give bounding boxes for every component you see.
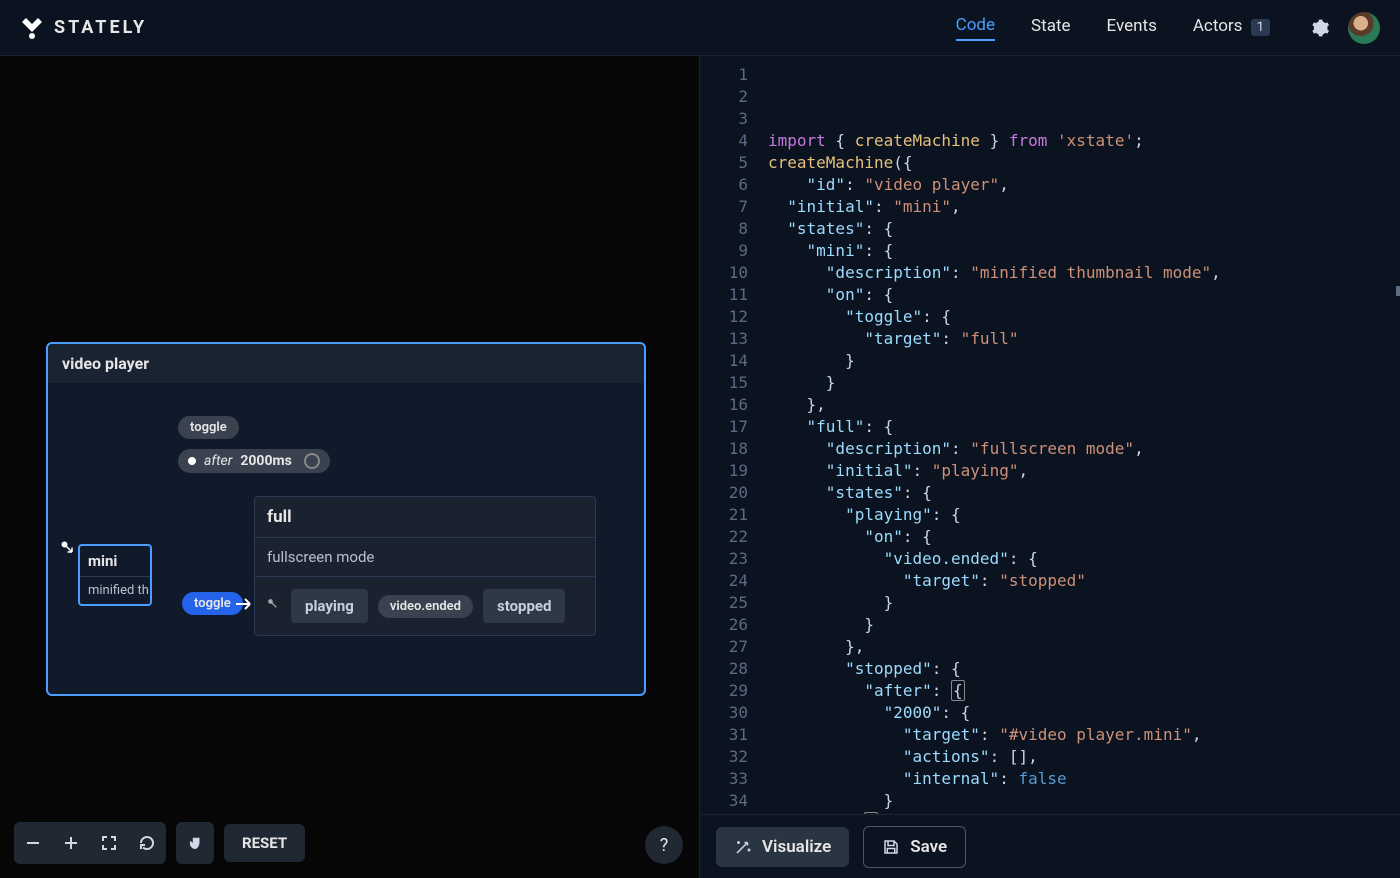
actors-count-badge: 1 (1251, 19, 1270, 36)
wand-icon (734, 838, 752, 856)
zoom-out-button[interactable] (14, 822, 52, 864)
tab-events[interactable]: Events (1107, 16, 1157, 40)
arrow-right-icon (236, 596, 254, 615)
initial-arrow-icon (60, 540, 78, 562)
state-stopped[interactable]: stopped (483, 589, 565, 623)
after-ms: 2000ms (240, 453, 291, 469)
refresh-button[interactable] (128, 822, 166, 864)
state-full-name: full (255, 497, 595, 538)
tab-state[interactable]: State (1031, 16, 1070, 40)
zoom-group (14, 822, 166, 864)
reset-button[interactable]: RESET (224, 824, 305, 862)
code-lines[interactable]: import { createMachine } from 'xstate';c… (762, 56, 1400, 814)
brand-text: STATELY (54, 17, 147, 38)
state-node-mini[interactable]: mini minified th (78, 544, 152, 606)
visualize-label: Visualize (762, 837, 831, 857)
header-right (1310, 12, 1380, 44)
canvas-toolbar: RESET (14, 822, 305, 864)
state-full-desc: fullscreen mode (255, 538, 595, 577)
top-event-pills: toggle after 2000ms (178, 416, 330, 473)
event-after[interactable]: after 2000ms (178, 449, 330, 473)
help-button[interactable]: ? (645, 826, 683, 864)
inner-initial-arrow-icon (267, 597, 281, 616)
event-toggle-transition[interactable]: toggle (182, 592, 243, 611)
zoom-in-button[interactable] (52, 822, 90, 864)
event-video-ended[interactable]: video.ended (378, 595, 473, 618)
save-label: Save (910, 837, 947, 857)
line-gutter: 1234567891011121314151617181920212223242… (700, 56, 762, 814)
code-editor[interactable]: 1234567891011121314151617181920212223242… (700, 56, 1400, 814)
fit-to-screen-button[interactable] (90, 822, 128, 864)
state-mini-name: mini (80, 546, 150, 577)
stately-logo-icon (20, 16, 44, 40)
tab-bar: Code State Events Actors 1 (956, 15, 1270, 41)
pan-button[interactable] (176, 822, 214, 864)
state-node-full[interactable]: full fullscreen mode playing video.ended… (254, 496, 596, 636)
pan-group (176, 822, 214, 864)
after-label: after (204, 453, 232, 469)
gear-icon[interactable] (1310, 18, 1330, 38)
header: STATELY Code State Events Actors 1 (0, 0, 1400, 56)
tab-code[interactable]: Code (956, 15, 995, 41)
state-full-body: playing video.ended stopped (255, 577, 595, 635)
save-icon (882, 838, 900, 856)
scrollbar-thumb[interactable] (1396, 286, 1400, 296)
canvas-pane[interactable]: video player toggle after 2000ms mini m (0, 56, 700, 878)
state-playing[interactable]: playing (291, 589, 368, 623)
app-root: STATELY Code State Events Actors 1 video… (0, 0, 1400, 878)
event-toggle-top[interactable]: toggle (178, 416, 239, 439)
main-split: video player toggle after 2000ms mini m (0, 56, 1400, 878)
save-button[interactable]: Save (863, 826, 966, 868)
code-pane: 1234567891011121314151617181920212223242… (700, 56, 1400, 878)
state-mini-desc: minified th (80, 577, 150, 604)
machine-root-node[interactable]: video player toggle after 2000ms mini m (46, 342, 646, 696)
code-actions-bar: Visualize Save (700, 814, 1400, 878)
machine-title: video player (48, 344, 644, 383)
visualize-button[interactable]: Visualize (716, 827, 849, 867)
logo[interactable]: STATELY (20, 16, 147, 40)
user-avatar[interactable] (1348, 12, 1380, 44)
tab-actors-label: Actors (1193, 16, 1243, 36)
dot-icon (188, 457, 196, 465)
event-toggle-pill: toggle (182, 592, 243, 615)
circle-icon (304, 453, 320, 469)
tab-actors[interactable]: Actors 1 (1193, 16, 1270, 40)
